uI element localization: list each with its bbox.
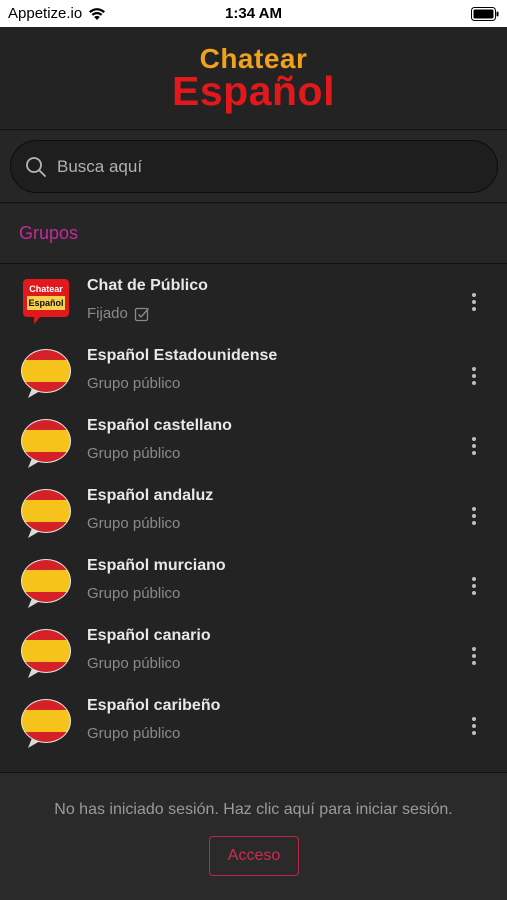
svg-text:Chatear: Chatear xyxy=(29,284,63,294)
more-options-icon[interactable] xyxy=(463,287,485,317)
section-title: Grupos xyxy=(19,223,79,243)
status-left: Appetize.io xyxy=(8,5,106,22)
group-subtitle: Grupo público xyxy=(87,655,181,672)
list-item-text: Chat de Público Fijado xyxy=(87,277,208,322)
list-item-text: Español murciano Grupo público xyxy=(87,557,226,602)
login-button[interactable]: Acceso xyxy=(209,836,299,876)
wifi-icon xyxy=(89,7,106,20)
pinned-check-icon xyxy=(134,307,149,321)
list-item[interactable] xyxy=(0,759,507,772)
more-options-icon[interactable] xyxy=(463,361,485,391)
battery-icon xyxy=(471,6,499,21)
group-subtitle: Grupo público xyxy=(87,445,181,462)
list-item[interactable]: Español canario Grupo público xyxy=(0,619,507,689)
group-name: Español canario xyxy=(87,627,211,644)
group-name: Español castellano xyxy=(87,417,232,434)
group-name: Chat de Público xyxy=(87,277,208,294)
spain-flag-icon xyxy=(21,349,71,398)
list-item-text: Español andaluz Grupo público xyxy=(87,487,213,532)
group-subtitle: Grupo público xyxy=(87,585,181,602)
spain-flag-icon xyxy=(21,629,71,678)
search-input[interactable] xyxy=(57,156,477,177)
group-subtitle: Grupo público xyxy=(87,515,181,532)
spain-flag-icon xyxy=(21,699,71,748)
group-subtitle: Grupo público xyxy=(87,375,181,392)
status-bar: Appetize.io 1:34 AM xyxy=(0,0,507,27)
group-list: Chatear Español Chat de Público Fijado E… xyxy=(0,265,507,772)
list-item-text: Español castellano Grupo público xyxy=(87,417,232,462)
list-item[interactable]: Español andaluz Grupo público xyxy=(0,479,507,549)
chatear-espanol-logo-icon: Chatear Español xyxy=(23,279,69,324)
more-options-icon[interactable] xyxy=(463,641,485,671)
list-item[interactable]: Español castellano Grupo público xyxy=(0,409,507,479)
spain-flag-icon xyxy=(21,559,71,608)
group-name: Español Estadounidense xyxy=(87,347,278,364)
list-item[interactable]: Español caribeño Grupo público xyxy=(0,689,507,759)
search-area xyxy=(0,131,507,203)
status-right xyxy=(471,6,499,21)
group-subtitle: Fijado xyxy=(87,305,208,322)
pinned-label: Fijado xyxy=(87,305,128,322)
login-prompt[interactable]: No has iniciado sesión. Haz clic aquí pa… xyxy=(0,801,507,819)
group-name: Español andaluz xyxy=(87,487,214,504)
search-icon xyxy=(26,156,46,177)
app-logo: Chatear Español xyxy=(172,44,335,114)
spain-flag-icon xyxy=(21,419,71,468)
groups-section-header: Grupos xyxy=(0,204,507,264)
search-box[interactable] xyxy=(10,140,498,193)
group-name: Español caribeño xyxy=(87,697,221,714)
list-item-text: Español Estadounidense Grupo público xyxy=(87,347,277,392)
more-options-icon[interactable] xyxy=(463,501,485,531)
svg-text:Español: Español xyxy=(28,298,63,308)
list-item[interactable]: Español murciano Grupo público xyxy=(0,549,507,619)
spain-flag-icon xyxy=(21,489,71,538)
more-options-icon[interactable] xyxy=(463,431,485,461)
list-item[interactable]: Español Estadounidense Grupo público xyxy=(0,339,507,409)
logo-line-espanol: Español xyxy=(172,67,335,114)
group-name: Español murciano xyxy=(87,557,226,574)
app-header: Chatear Español xyxy=(0,27,507,130)
login-footer: No has iniciado sesión. Haz clic aquí pa… xyxy=(0,772,507,900)
group-subtitle: Grupo público xyxy=(87,725,181,742)
list-item-text: Español caribeño Grupo público xyxy=(87,697,220,742)
list-item[interactable]: Chatear Español Chat de Público Fijado xyxy=(0,265,507,339)
more-options-icon[interactable] xyxy=(463,571,485,601)
list-item-text: Español canario Grupo público xyxy=(87,627,211,672)
carrier-label: Appetize.io xyxy=(8,5,83,22)
more-options-icon[interactable] xyxy=(463,711,485,741)
